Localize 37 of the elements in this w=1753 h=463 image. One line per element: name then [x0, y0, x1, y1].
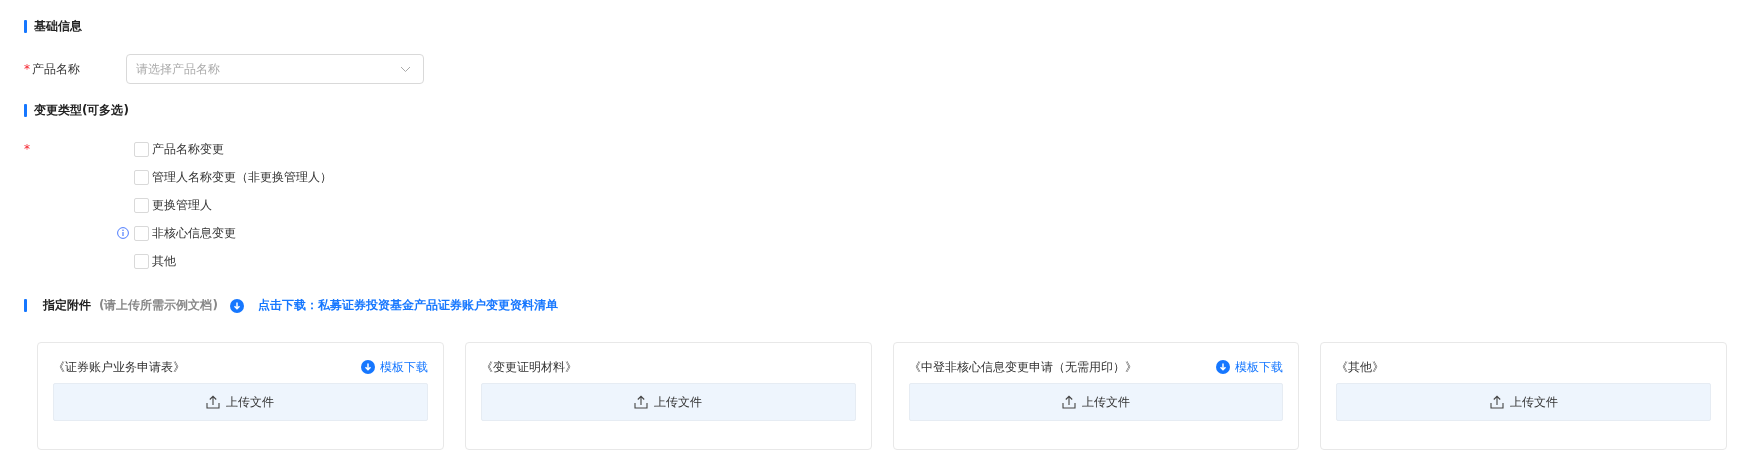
upload-icon: [1061, 395, 1076, 409]
upload-icon: [1489, 395, 1504, 409]
section-title: 指定附件: [43, 297, 91, 314]
upload-icon: [634, 395, 649, 409]
upload-button[interactable]: 上传文件: [53, 383, 428, 421]
required-mark: *: [24, 62, 31, 76]
checkbox-label: 其他: [152, 252, 176, 270]
template-download-link[interactable]: 模板下载: [360, 358, 428, 376]
download-icon: [360, 360, 375, 374]
upload-icon: [206, 395, 221, 409]
card-title: 《其他》: [1336, 358, 1385, 376]
section-title: 基础信息: [34, 18, 82, 35]
card-title: 《变更证明材料》: [480, 358, 577, 376]
required-mark: *: [24, 142, 30, 156]
checkbox-label: 非核心信息变更: [152, 224, 236, 242]
download-link[interactable]: 点击下载：私募证券投资基金产品证券账户变更资料清单: [257, 297, 558, 314]
section-title: 变更类型(可多选): [34, 102, 129, 119]
checkbox-label: 更换管理人: [152, 196, 212, 214]
upload-button[interactable]: 上传文件: [480, 383, 856, 421]
checkbox[interactable]: [134, 169, 149, 185]
card-title: 《中登非核心信息变更申请（无需用印）》: [908, 358, 1137, 376]
checkbox-label: 管理人名称变更（非更换管理人）: [152, 168, 332, 186]
checkbox[interactable]: [134, 197, 149, 213]
hint-text: (请上传所需示例文档): [99, 297, 218, 314]
info-icon[interactable]: [117, 227, 129, 239]
checkbox[interactable]: [134, 225, 149, 241]
checkbox-label: 产品名称变更: [152, 140, 224, 158]
template-download-link[interactable]: 模板下载: [1216, 358, 1284, 376]
checkbox[interactable]: [134, 141, 149, 157]
upload-button[interactable]: 上传文件: [908, 383, 1284, 421]
checkbox[interactable]: [134, 253, 149, 269]
field-label: 产品名称: [32, 60, 81, 78]
chevron-down-icon: [400, 65, 411, 73]
download-icon: [229, 298, 244, 313]
card-title: 《证券账户业务申请表》: [53, 358, 185, 376]
upload-button[interactable]: 上传文件: [1336, 383, 1711, 421]
download-icon: [1216, 360, 1231, 374]
